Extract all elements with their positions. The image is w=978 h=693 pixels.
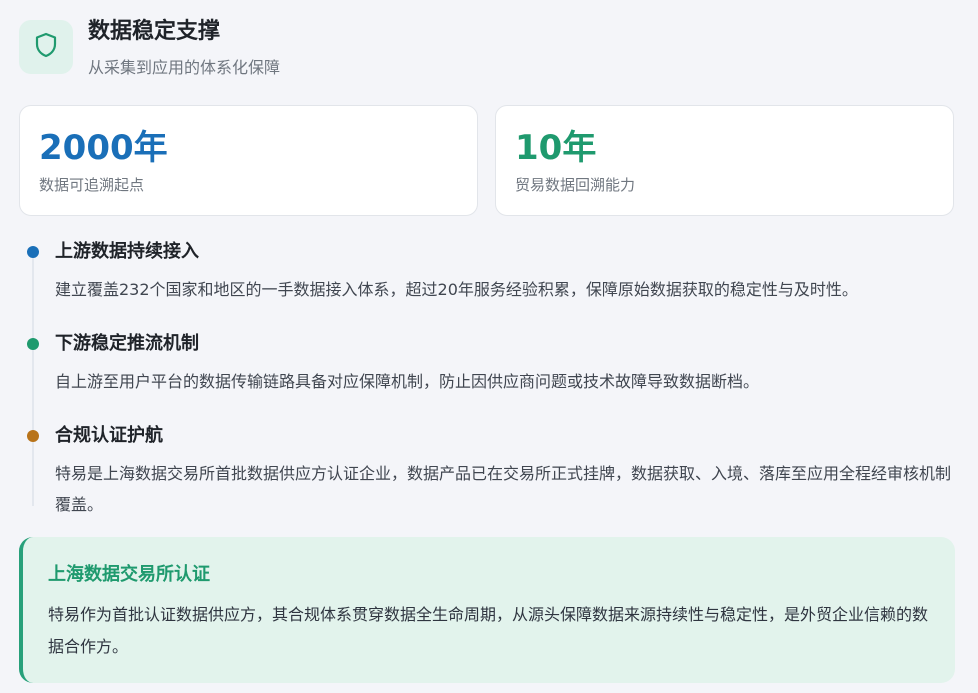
certification-callout: 上海数据交易所认证 特易作为首批认证数据供应方，其合规体系贯穿数据全生命周期，从… (19, 537, 955, 683)
timeline-item-description: 建立覆盖232个国家和地区的一手数据接入体系，超过20年服务经验积累，保障原始数… (55, 280, 858, 299)
timeline-item-title: 下游稳定推流机制 (55, 333, 199, 354)
timeline-line (32, 254, 34, 506)
timeline-item-title: 上游数据持续接入 (55, 241, 199, 262)
page-subtitle: 从采集到应用的体系化保障 (88, 58, 281, 77)
timeline-dot (27, 338, 39, 350)
page-title: 数据稳定支撑 (88, 19, 221, 44)
timeline: 上游数据持续接入 建立覆盖232个国家和地区的一手数据接入体系，超过20年服务经… (19, 236, 964, 516)
shield-icon (33, 31, 59, 63)
shield-icon-badge (19, 20, 73, 74)
stat-card-data-origin: 2000年 数据可追溯起点 (19, 105, 478, 216)
timeline-item-description: 自上游至用户平台的数据传输链路具备对应保障机制，防止因供应商问题或技术故障导致数… (55, 372, 760, 391)
timeline-dot (27, 246, 39, 258)
timeline-dot (27, 430, 39, 442)
stat-value: 2000年 (39, 128, 168, 168)
stat-label: 贸易数据回溯能力 (515, 176, 636, 194)
timeline-item-description: 特易是上海数据交易所首批数据供应方认证企业，数据产品已在交易所正式挂牌，数据获取… (55, 464, 952, 514)
timeline-item-title: 合规认证护航 (55, 425, 163, 446)
page-header: 数据稳定支撑 从采集到应用的体系化保障 (19, 14, 959, 84)
stat-card-trade-backtrack: 10年 贸易数据回溯能力 (495, 105, 954, 216)
certification-title: 上海数据交易所认证 (48, 564, 210, 585)
stat-value: 10年 (515, 128, 597, 168)
certification-description: 特易作为首批认证数据供应方，其合规体系贯穿数据全生命周期，从源头保障数据来源持续… (48, 605, 929, 656)
stats-row: 2000年 数据可追溯起点 10年 贸易数据回溯能力 (19, 105, 955, 218)
stat-label: 数据可追溯起点 (39, 176, 145, 194)
